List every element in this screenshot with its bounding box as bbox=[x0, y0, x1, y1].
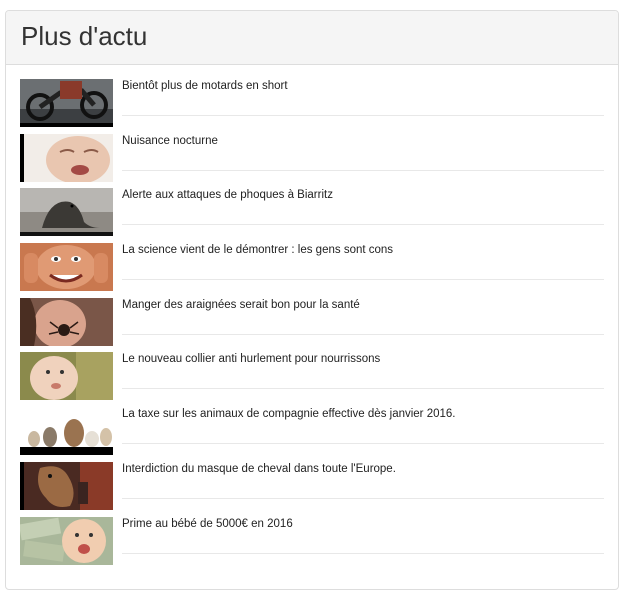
article-item[interactable]: Interdiction du masque de cheval dans to… bbox=[20, 461, 604, 517]
crying-baby-thumb[interactable] bbox=[20, 133, 113, 182]
seal-thumb[interactable] bbox=[20, 188, 113, 237]
baby-pacifier-thumb[interactable] bbox=[20, 352, 113, 401]
article-item[interactable]: La taxe sur les animaux de compagnie eff… bbox=[20, 407, 604, 462]
article-title[interactable]: La science vient de le démontrer : les g… bbox=[122, 243, 604, 257]
panel-heading: Plus d'actu bbox=[6, 11, 618, 65]
woman-eating-spider-thumb[interactable] bbox=[20, 297, 113, 346]
baby-money-thumb[interactable] bbox=[20, 516, 113, 565]
panel-title: Plus d'actu bbox=[21, 21, 148, 51]
article-item[interactable]: Prime au bébé de 5000€ en 2016 bbox=[20, 516, 604, 572]
article-title[interactable]: Prime au bébé de 5000€ en 2016 bbox=[122, 517, 604, 531]
pets-thumb[interactable] bbox=[20, 407, 113, 456]
article-title[interactable]: Manger des araignées serait bon pour la … bbox=[122, 298, 604, 312]
horse-mask-thumb[interactable] bbox=[20, 461, 113, 510]
article-title[interactable]: Alerte aux attaques de phoques à Biarrit… bbox=[122, 188, 604, 202]
article-title[interactable]: Le nouveau collier anti hurlement pour n… bbox=[122, 352, 604, 366]
article-title[interactable]: La taxe sur les animaux de compagnie eff… bbox=[122, 407, 604, 421]
article-list: Bientôt plus de motards en short Nuisanc… bbox=[6, 79, 618, 571]
article-item[interactable]: Le nouveau collier anti hurlement pour n… bbox=[20, 352, 604, 407]
article-item[interactable]: La science vient de le démontrer : les g… bbox=[20, 243, 604, 298]
article-item[interactable]: Bientôt plus de motards en short bbox=[20, 79, 604, 134]
article-item[interactable]: Alerte aux attaques de phoques à Biarrit… bbox=[20, 188, 604, 243]
article-title[interactable]: Interdiction du masque de cheval dans to… bbox=[122, 462, 604, 476]
article-title[interactable]: Nuisance nocturne bbox=[122, 134, 604, 148]
funny-face-thumb[interactable] bbox=[20, 243, 113, 292]
article-item[interactable]: Nuisance nocturne bbox=[20, 133, 604, 189]
news-panel: Plus d'actu Bientôt plus de motards en s… bbox=[5, 10, 619, 590]
article-item[interactable]: Manger des araignées serait bon pour la … bbox=[20, 297, 604, 353]
article-title[interactable]: Bientôt plus de motards en short bbox=[122, 79, 604, 93]
motorcycle-thumb[interactable] bbox=[20, 79, 113, 127]
